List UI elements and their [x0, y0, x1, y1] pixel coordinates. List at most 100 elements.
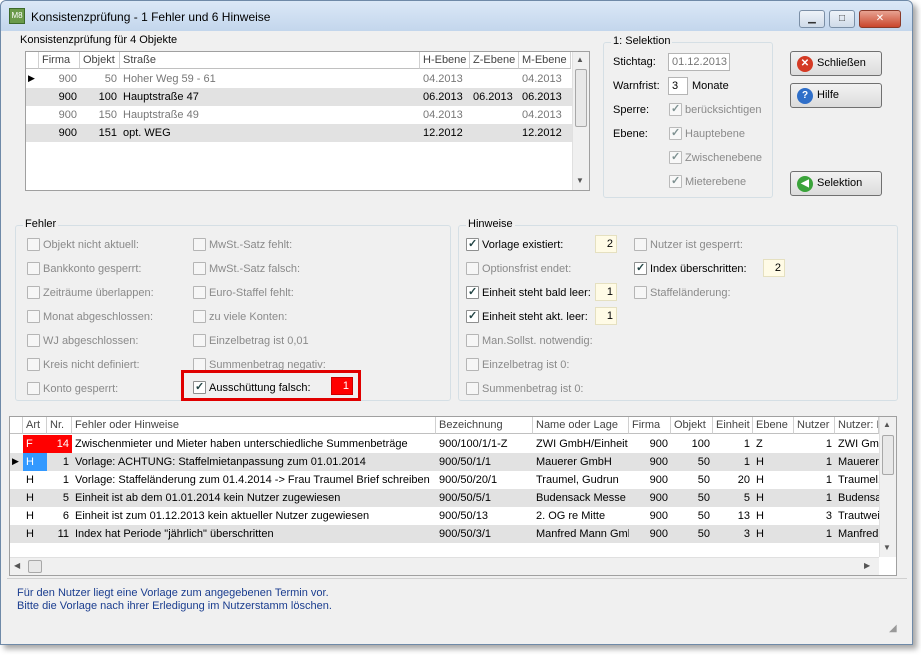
col-name[interactable]: Name oder Lage — [533, 417, 629, 434]
results-hscrollbar[interactable]: ◀ ▶ — [10, 557, 879, 575]
col-text[interactable]: Fehler oder Hinweise — [72, 417, 436, 434]
hinweis-checkbox[interactable] — [466, 262, 479, 275]
table-row[interactable]: ▶ H 1 Vorlage: ACHTUNG: Staffelmietanpassun… — [10, 453, 879, 471]
fehler-label: Objekt nicht aktuell: — [43, 239, 139, 251]
cell-bez: 900/50/5/1 — [439, 492, 491, 504]
objects-scrollbar[interactable]: ▲ ▼ — [572, 52, 589, 190]
fehler-checkbox[interactable] — [27, 382, 40, 395]
close-window-button[interactable]: ✕ — [859, 10, 901, 28]
results-table[interactable]: Art Nr. Fehler oder Hinweise Bezeichnung Nam… — [9, 416, 897, 576]
fehler-checkbox[interactable] — [193, 310, 206, 323]
fehler-checkbox[interactable] — [193, 238, 206, 251]
cell-nname: Mauerer — [838, 456, 879, 468]
col-nname[interactable]: Nutzer: N — [835, 417, 879, 434]
scroll-up-icon[interactable]: ▲ — [576, 55, 584, 64]
fehler-checkbox[interactable] — [27, 334, 40, 347]
table-row[interactable]: H 11 Index hat Periode "jährlich" überschr… — [10, 525, 879, 543]
fehler-label: Kreis nicht definiert: — [43, 359, 140, 371]
stichtag-field[interactable]: 01.12.2013 — [668, 53, 730, 71]
ebene-zwischenebene-checkbox[interactable] — [669, 150, 682, 164]
scroll-up-icon[interactable]: ▲ — [883, 420, 891, 429]
col-strasse[interactable]: Straße — [120, 52, 420, 69]
col-firma[interactable]: Firma — [629, 417, 671, 434]
col-objekt[interactable]: Objekt — [671, 417, 713, 434]
hinweis-label: Einheit steht bald leer: — [482, 287, 591, 299]
hinweis-checkbox[interactable] — [466, 358, 479, 371]
col-m-ebene[interactable]: M-Ebene — [519, 52, 571, 69]
col-z-ebene[interactable]: Z-Ebene — [470, 52, 519, 69]
fehler-checkbox[interactable] — [27, 286, 40, 299]
hinweis-checkbox[interactable] — [466, 382, 479, 395]
fehler-label: Einzelbetrag ist 0,01 — [209, 335, 309, 347]
fehler-checkbox[interactable] — [27, 358, 40, 371]
scroll-down-icon[interactable]: ▼ — [576, 176, 584, 185]
col-ebene[interactable]: Ebene — [753, 417, 794, 434]
col-art[interactable]: Art — [23, 417, 47, 434]
hinweis-label: Einzelbetrag ist 0: — [482, 359, 570, 371]
cell-strasse: Hauptstraße 49 — [123, 109, 199, 121]
sperre-checkbox[interactable] — [669, 102, 682, 116]
col-einheit[interactable]: Einheit — [713, 417, 753, 434]
selection-button-label: Selektion — [817, 177, 863, 189]
help-button[interactable]: ? Hilfe — [790, 83, 882, 108]
hinweis-checkbox[interactable] — [466, 237, 479, 251]
hinweis-checkbox[interactable] — [634, 238, 647, 251]
fehler-group-label: Fehler — [23, 218, 59, 230]
cell-nname: ZWI Gm — [838, 438, 879, 450]
cell-text: Zwischenmieter und Mieter haben untersch… — [75, 438, 408, 450]
ebene-mieterebene-checkbox[interactable] — [669, 174, 682, 188]
row-indicator-icon — [10, 507, 23, 525]
objects-table[interactable]: Firma Objekt Straße H-Ebene Z-Ebene M-Eb… — [25, 51, 590, 191]
cell-bez: 900/50/13 — [439, 510, 488, 522]
table-row[interactable]: H 6 Einheit ist zum 01.12.2013 kein aktuel… — [10, 507, 879, 525]
fehler-checkbox[interactable] — [27, 310, 40, 323]
cell-nname: Budensa — [838, 492, 879, 504]
cell-ebene: H — [756, 510, 764, 522]
ebene-hauptebene-checkbox[interactable] — [669, 126, 682, 140]
table-row[interactable]: H 1 Vorlage: Staffeländerung zum 01.4.2014… — [10, 471, 879, 489]
fehler-checkbox[interactable] — [193, 334, 206, 347]
table-row[interactable]: 900 100 Hauptstraße 47 06.2013 06.2013 06.201… — [26, 88, 572, 106]
table-row[interactable]: ▶ 900 50 Hoher Weg 59 - 61 04.2013 04.2013 — [26, 70, 572, 88]
results-vscroll-thumb[interactable] — [882, 435, 894, 475]
results-hscroll-thumb[interactable] — [28, 560, 42, 573]
table-row[interactable]: F 14 Zwischenmieter und Mieter haben unter… — [10, 435, 879, 453]
table-row[interactable]: 900 150 Hauptstraße 49 04.2013 04.2013 — [26, 106, 572, 124]
scroll-right-icon[interactable]: ▶ — [864, 561, 870, 570]
fehler-checkbox[interactable] — [27, 262, 40, 275]
selection-button[interactable]: ◀ Selektion — [790, 171, 882, 196]
col-firma[interactable]: Firma — [39, 52, 80, 69]
row-indicator-icon — [10, 525, 23, 543]
ausschuettung-checkbox[interactable] — [193, 380, 206, 394]
scroll-thumb[interactable] — [575, 69, 587, 127]
fehler-checkbox[interactable] — [27, 238, 40, 251]
results-vscrollbar[interactable]: ▲ ▼ — [879, 417, 896, 557]
cell-nr: 1 — [62, 456, 69, 468]
cell-nutzer: 1 — [825, 528, 832, 540]
col-nr[interactable]: Nr. — [47, 417, 72, 434]
hinweis-checkbox[interactable] — [466, 309, 479, 323]
table-row[interactable]: H 5 Einheit ist ab dem 01.01.2014 kein Nut… — [10, 489, 879, 507]
scroll-down-icon[interactable]: ▼ — [883, 543, 891, 552]
col-h-ebene[interactable]: H-Ebene — [420, 52, 470, 69]
cell-bez: 900/50/20/1 — [439, 474, 498, 486]
scroll-left-icon[interactable]: ◀ — [14, 561, 20, 570]
maximize-button[interactable]: □ — [829, 10, 855, 28]
close-button[interactable]: ✕ Schließen — [790, 51, 882, 76]
fehler-checkbox[interactable] — [193, 286, 206, 299]
resize-grip-icon[interactable]: ◢ — [889, 623, 897, 634]
hinweis-checkbox[interactable] — [466, 334, 479, 347]
hinweis-checkbox[interactable] — [634, 261, 647, 275]
hinweis-checkbox[interactable] — [466, 285, 479, 299]
col-objekt[interactable]: Objekt — [80, 52, 120, 69]
warnfrist-field[interactable]: 3 — [668, 77, 688, 95]
col-bez[interactable]: Bezeichnung — [436, 417, 533, 434]
table-row[interactable]: 900 151 opt. WEG 12.2012 12.2012 — [26, 124, 572, 142]
hinweis-checkbox[interactable] — [634, 286, 647, 299]
col-nutzer[interactable]: Nutzer — [794, 417, 835, 434]
minimize-button[interactable]: ▁ — [799, 10, 825, 28]
cell-bez: 900/100/1/1-Z — [439, 438, 508, 450]
cell-ebene: H — [756, 528, 764, 540]
fehler-checkbox[interactable] — [193, 262, 206, 275]
cell-ebene: Z — [756, 438, 763, 450]
